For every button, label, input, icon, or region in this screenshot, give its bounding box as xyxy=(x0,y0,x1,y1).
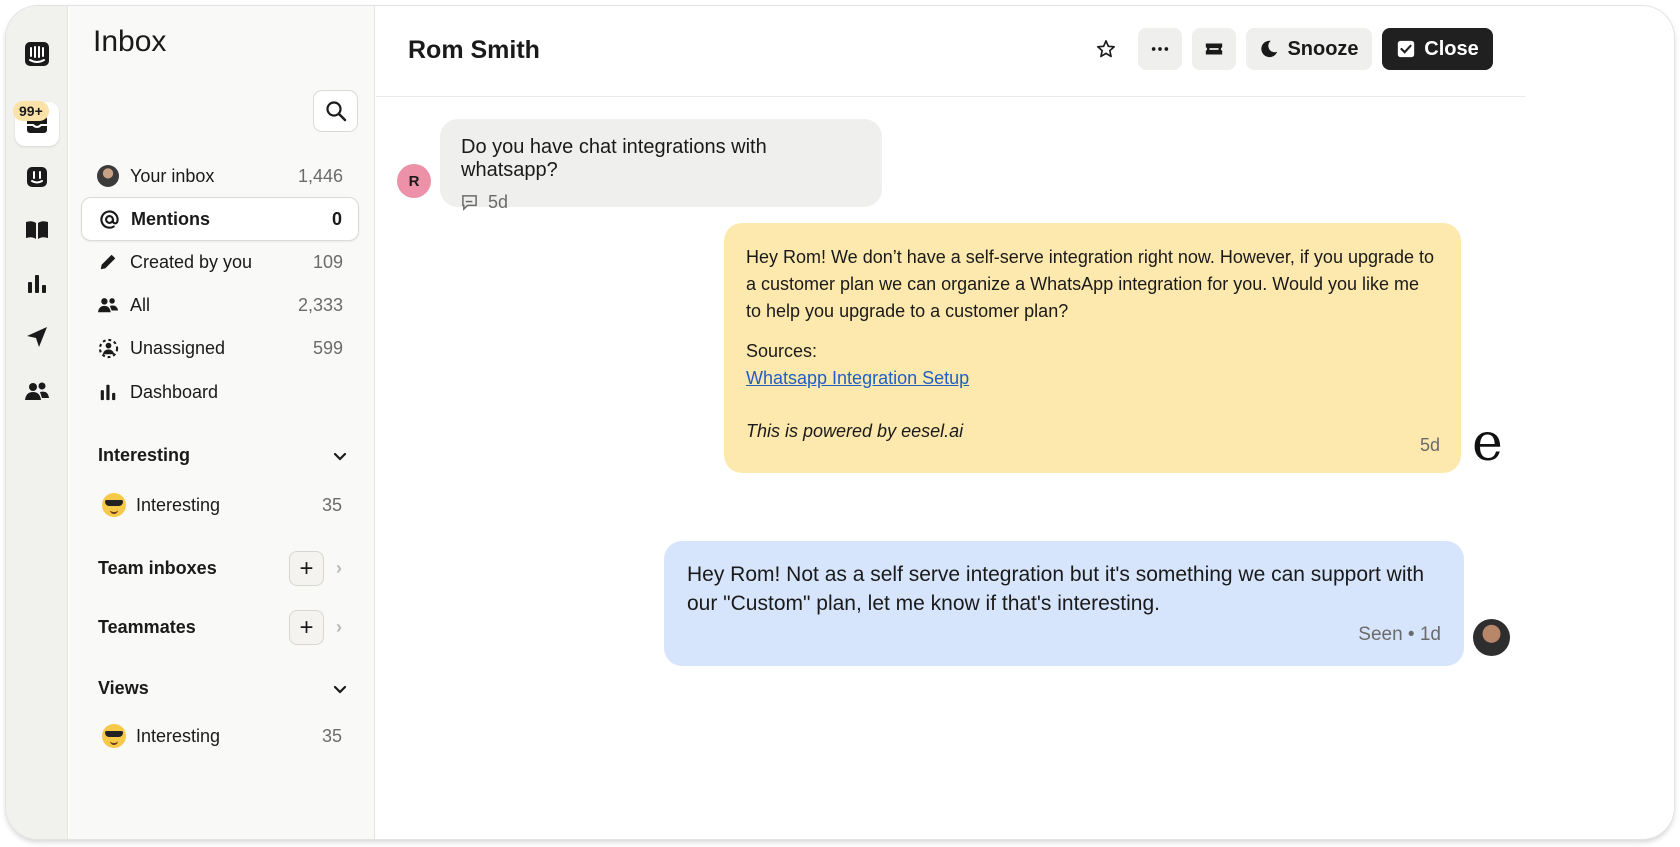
section-label: Team inboxes xyxy=(98,558,217,578)
sunglasses-emoji-icon xyxy=(102,724,126,748)
contacts-icon[interactable] xyxy=(15,369,59,413)
sidebar-item-all[interactable]: All 2,333 xyxy=(81,283,359,327)
sidebar-item-count: 109 xyxy=(312,251,343,272)
message-time: 5d xyxy=(488,192,509,212)
chevron-down-icon xyxy=(333,685,347,694)
add-team-inbox-button[interactable]: + xyxy=(289,551,324,586)
star-icon xyxy=(1097,40,1115,58)
sunglasses-emoji-icon xyxy=(102,493,126,517)
sidebar-item-count: 35 xyxy=(321,494,342,515)
section-team-inboxes[interactable]: Team inboxes + › xyxy=(98,551,348,586)
more-options-button[interactable] xyxy=(1138,28,1182,70)
unassigned-icon xyxy=(97,337,119,359)
agent-message: Hey Rom! Not as a self serve integration… xyxy=(664,541,1464,666)
contact-name: Rom Smith xyxy=(408,36,540,64)
sidebar-item-label: Interesting xyxy=(136,494,221,515)
sidebar-item-view-interesting[interactable]: Interesting 35 xyxy=(102,724,342,748)
sidebar-item-your-inbox[interactable]: Your inbox 1,446 xyxy=(81,154,359,198)
ticket-icon xyxy=(1205,43,1223,55)
ellipsis-icon xyxy=(1151,47,1169,51)
close-label: Close xyxy=(1424,37,1479,60)
sidebar-item-label: Created by you xyxy=(130,251,253,272)
snooze-label: Snooze xyxy=(1287,37,1359,60)
app-rail: 99+ xyxy=(6,6,68,839)
close-check-icon xyxy=(1398,40,1415,58)
sidebar-item-label: Your inbox xyxy=(130,165,215,186)
sidebar-item-count: 35 xyxy=(321,725,342,746)
intercom-logo-icon[interactable] xyxy=(15,32,59,76)
pencil-icon xyxy=(97,251,119,273)
search-button[interactable] xyxy=(313,90,358,132)
message-meta: 5d xyxy=(461,192,861,213)
message-text: Hey Rom! Not as a self serve integration… xyxy=(687,563,1425,615)
sidebar-item-label: Interesting xyxy=(136,725,221,746)
sidebar-item-label: All xyxy=(130,294,151,315)
outbound-icon[interactable] xyxy=(15,315,59,359)
section-label: Interesting xyxy=(98,445,191,465)
chevron-right-icon: › xyxy=(336,558,342,578)
ai-reply-message: Hey Rom! We don’t have a self-serve inte… xyxy=(724,223,1461,473)
message-text: Hey Rom! We don’t have a self-serve inte… xyxy=(746,247,1435,321)
fin-icon[interactable] xyxy=(15,155,59,199)
app-window: 99+ Inbox Your inbox 1,446 Mentions 0 Cr… xyxy=(6,6,1674,839)
sidebar-item-count: 1,446 xyxy=(297,165,343,186)
message-status: Seen • 1d xyxy=(1358,624,1441,645)
conversation-panel: Rom Smith Snooze Close R Do you have cha… xyxy=(376,6,1674,839)
snooze-button[interactable]: Snooze xyxy=(1246,28,1372,70)
sources-label: Sources: xyxy=(746,341,818,361)
sidebar-item-interesting[interactable]: Interesting 35 xyxy=(102,493,342,517)
chevron-right-icon: › xyxy=(336,617,342,637)
powered-by-text: This is powered by eesel.ai xyxy=(746,421,964,441)
star-button[interactable] xyxy=(1086,28,1126,70)
contact-avatar: R xyxy=(397,164,431,198)
chevron-down-icon xyxy=(333,452,347,461)
sidebar-item-dashboard[interactable]: Dashboard xyxy=(81,370,359,414)
conversation-header: Rom Smith Snooze Close xyxy=(376,6,1526,97)
search-icon xyxy=(325,101,346,122)
chat-icon xyxy=(462,195,477,211)
eesel-bot-avatar: e xyxy=(1472,413,1503,473)
moon-icon xyxy=(1261,40,1278,58)
source-link[interactable]: Whatsapp Integration Setup xyxy=(746,365,1439,392)
user-avatar xyxy=(97,165,119,187)
section-label: Teammates xyxy=(98,617,196,637)
sidebar-item-unassigned[interactable]: Unassigned 599 xyxy=(81,326,359,370)
sidebar-item-count: 599 xyxy=(312,337,343,358)
people-icon xyxy=(97,294,119,316)
sidebar-item-label: Unassigned xyxy=(130,337,226,358)
inbox-sidebar: Inbox Your inbox 1,446 Mentions 0 Create… xyxy=(69,6,375,839)
sidebar-item-created-by-you[interactable]: Created by you 109 xyxy=(81,240,359,284)
sidebar-item-count: 2,333 xyxy=(297,294,343,315)
add-teammate-button[interactable]: + xyxy=(289,610,324,645)
incoming-message: Do you have chat integrations with whats… xyxy=(440,119,882,212)
reports-icon[interactable] xyxy=(15,262,59,306)
bar-chart-icon xyxy=(97,381,119,403)
sidebar-title: Inbox xyxy=(93,25,167,58)
at-icon xyxy=(98,208,120,230)
unread-badge: 99+ xyxy=(13,101,49,121)
message-text: Do you have chat integrations with whats… xyxy=(461,136,767,181)
sidebar-item-label: Mentions xyxy=(131,208,210,229)
section-views[interactable]: Views xyxy=(98,678,348,699)
knowledge-icon[interactable] xyxy=(15,208,59,252)
sidebar-item-mentions[interactable]: Mentions 0 xyxy=(81,197,359,241)
section-interesting[interactable]: Interesting xyxy=(98,445,348,466)
agent-avatar xyxy=(1473,619,1510,656)
message-time: 5d xyxy=(1419,435,1440,455)
section-label: Views xyxy=(98,678,149,698)
sidebar-item-count: 0 xyxy=(331,208,342,229)
ticket-button[interactable] xyxy=(1192,28,1236,70)
close-conversation-button[interactable]: Close xyxy=(1382,28,1493,70)
section-teammates[interactable]: Teammates + › xyxy=(98,610,348,645)
sidebar-item-label: Dashboard xyxy=(130,381,219,402)
